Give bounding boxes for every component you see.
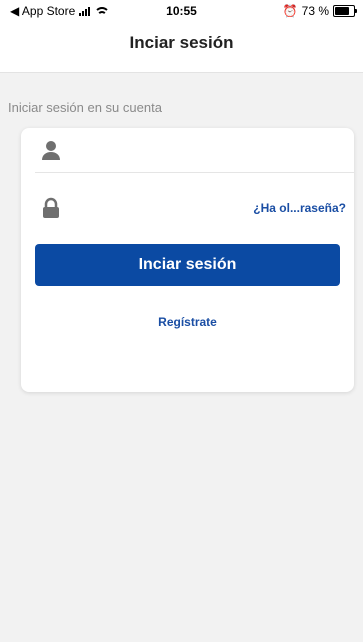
- username-input[interactable]: [75, 136, 342, 166]
- username-row: [21, 128, 354, 173]
- login-button[interactable]: Inciar sesión: [35, 244, 340, 286]
- status-right: ⏰ 73 %: [282, 4, 357, 18]
- divider: [35, 172, 354, 173]
- section-label: Iniciar sesión en su cuenta: [8, 100, 162, 115]
- status-bar: ◀ App Store 10:55 ⏰ 73 %: [0, 0, 363, 20]
- password-input[interactable]: [75, 194, 244, 224]
- login-card: ¿Ha ol...raseña? Inciar sesión Regístrat…: [21, 128, 354, 392]
- password-row: ¿Ha ol...raseña?: [21, 186, 354, 230]
- navigation-bar: Inciar sesión: [0, 20, 363, 73]
- page-title: Inciar sesión: [129, 33, 234, 52]
- register-link[interactable]: Regístrate: [21, 315, 354, 329]
- battery-icon: [333, 5, 357, 17]
- forgot-password-link[interactable]: ¿Ha ol...raseña?: [253, 201, 346, 215]
- alarm-icon: ⏰: [282, 4, 298, 18]
- battery-percent: 73 %: [301, 4, 329, 18]
- lock-icon: [43, 197, 59, 218]
- user-icon: [42, 141, 60, 160]
